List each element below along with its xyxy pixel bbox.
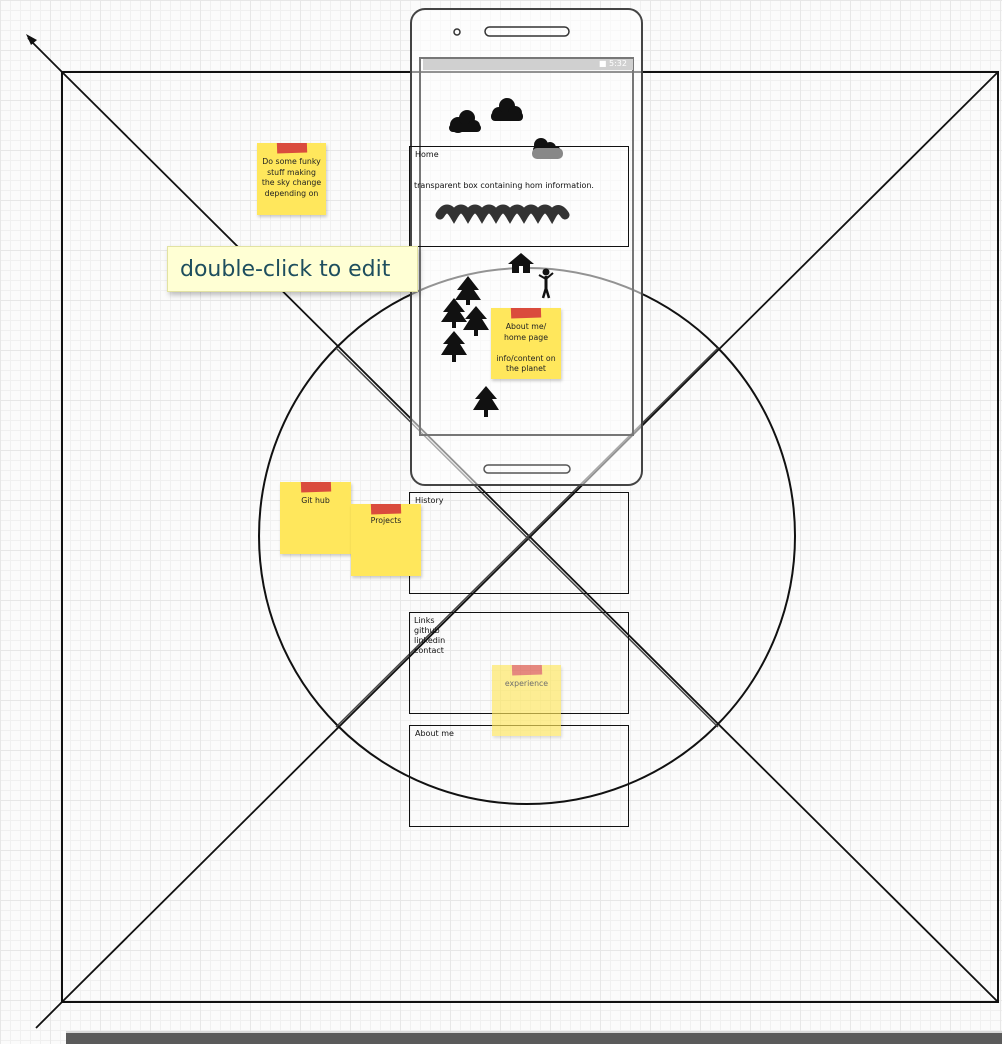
about-panel[interactable]: About me <box>409 725 629 827</box>
phone-mockup[interactable] <box>410 8 643 486</box>
about-title: About me <box>415 729 454 738</box>
connector-line <box>35 1001 63 1029</box>
edit-tooltip: double-click to edit <box>167 246 418 292</box>
sticky-text: experience <box>504 679 549 688</box>
tape <box>370 504 402 515</box>
sticky-note-github[interactable]: Git hub <box>280 482 351 554</box>
tape <box>276 143 307 154</box>
links-title: Links <box>414 616 435 625</box>
sticky-text: Projects <box>370 516 402 525</box>
arrow-icon[interactable] <box>26 34 63 73</box>
home-panel[interactable]: Home transparent box containing hom info… <box>409 146 629 247</box>
sticky-note-projects[interactable]: Projects <box>351 504 421 576</box>
home-text: transparent box containing hom informati… <box>414 181 594 190</box>
sticky-note-about[interactable]: About me/ home page info/content on the … <box>491 308 561 379</box>
sticky-text: Git hub <box>301 496 330 505</box>
sticky-note-funky[interactable]: Do some funky stuff making the sky chang… <box>257 143 326 215</box>
tape <box>300 482 331 493</box>
link-linkedin[interactable]: linkedin <box>414 636 445 646</box>
phone-status-bar: ■ 5:32 <box>423 59 633 70</box>
sticky-text: Do some funky stuff making the sky chang… <box>261 157 322 198</box>
sticky-note-experience[interactable]: experience <box>492 665 561 736</box>
link-github[interactable]: github <box>414 626 445 636</box>
home-title: Home <box>415 150 439 159</box>
status-text: ■ 5:32 <box>598 59 627 68</box>
sticky-text: About me/ home page info/content on the … <box>496 322 556 374</box>
link-contact[interactable]: contact <box>414 646 445 656</box>
history-panel[interactable]: History <box>409 492 629 594</box>
tape <box>511 665 542 676</box>
horizontal-scrollbar[interactable] <box>66 1031 1002 1044</box>
tape <box>510 308 542 319</box>
